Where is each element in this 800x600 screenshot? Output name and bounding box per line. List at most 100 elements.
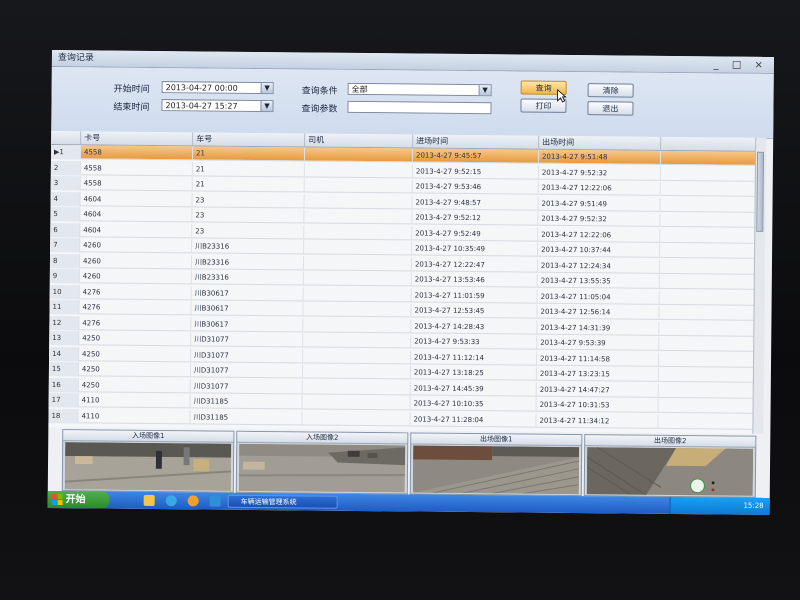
cell-in-time: 2013-4-27 10:35:49: [412, 241, 539, 257]
cell-card: 4276: [79, 300, 192, 316]
desktop-icon[interactable]: [209, 495, 221, 507]
cell-card: 4276: [79, 284, 192, 300]
row-index: 12: [49, 315, 80, 330]
cell-out-time: 2013-4-27 11:34:12: [536, 413, 659, 429]
cell-card: 4110: [78, 393, 191, 409]
cell-driver: [303, 348, 412, 364]
row-index: 3: [50, 175, 81, 191]
cell-in-time: 2013-4-27 12:22:47: [411, 256, 539, 273]
param-input[interactable]: [347, 100, 492, 115]
entry-image-1[interactable]: 入场图像1: [61, 429, 235, 493]
cell-card: 4260: [80, 238, 193, 254]
windows-logo-icon: [51, 494, 63, 506]
chevron-down-icon[interactable]: ▼: [478, 85, 491, 96]
exit-photo-1: [412, 445, 580, 495]
exit-photo-2: ● ●: [586, 447, 754, 497]
cell-plate: 21: [192, 146, 306, 162]
cell-plate: 川B30617: [191, 316, 304, 332]
folder-icon[interactable]: [143, 494, 155, 507]
row-index: 9: [49, 268, 80, 284]
cell-plate: 21: [192, 177, 305, 193]
cell-out-time: 2013-4-27 13:55:35: [537, 273, 660, 289]
row-index: 13: [49, 330, 80, 346]
chevron-down-icon[interactable]: ▼: [260, 83, 273, 94]
condition-value: 全部: [351, 84, 368, 95]
start-button[interactable]: 开始: [47, 490, 110, 509]
cell-card: 4604: [80, 207, 193, 223]
exit-button[interactable]: 退出: [587, 101, 634, 116]
scrollbar-thumb[interactable]: [756, 151, 765, 232]
cell-in-time: 2013-4-27 9:45:57: [412, 148, 540, 164]
cell-out-time: 2013-4-27 11:14:58: [536, 351, 660, 367]
start-time-picker[interactable]: 2013-04-27 00:00 ▼: [161, 81, 274, 95]
cell-driver: [304, 147, 414, 163]
clear-button[interactable]: 清除: [587, 83, 634, 98]
row-index: 11: [49, 299, 80, 315]
cell-plate: 川D31185: [190, 409, 303, 425]
screen: 查询记录 _ □ × 开始时间 2013-04-27 00:00 ▼ 结束时间 …: [47, 50, 774, 515]
clock[interactable]: 15:28: [743, 502, 763, 510]
cell-card: 4604: [80, 222, 193, 238]
row-index: 6: [50, 222, 81, 237]
cell-out-time: 2013-4-27 9:52:32: [538, 165, 661, 181]
cell-out-time: 2013-4-27 14:47:27: [536, 382, 659, 398]
row-index: 15: [48, 361, 80, 377]
records-table: 卡号 车号 司机 进场时间 出场时间 ▶1 4558 21 2013-4-27 9:4…: [48, 130, 764, 434]
column-header-in-time[interactable]: 进场时间: [413, 134, 540, 149]
entry-photo-1: [64, 442, 232, 492]
column-header-out-time[interactable]: 出场时间: [539, 135, 662, 150]
cell-driver: [304, 240, 413, 256]
taskbar-app-label: 车辆运输管理系统: [240, 497, 297, 507]
start-label: 开始: [65, 494, 86, 506]
cell-plate: 川D31185: [190, 394, 303, 410]
end-time-picker[interactable]: 2013-04-27 15:27 ▼: [161, 99, 274, 113]
media-icon[interactable]: [187, 495, 199, 507]
entry-image-2[interactable]: 入场图像2: [235, 430, 409, 495]
exit-image-2[interactable]: 出场图像2 ● ●: [583, 434, 757, 498]
exit-image-1[interactable]: 出场图像1: [409, 432, 583, 497]
cell-out-time: 2013-4-27 12:22:06: [538, 227, 661, 243]
cell-card: 4558: [80, 160, 193, 176]
cell-plate: 23: [192, 223, 305, 239]
cell-card: 4558: [80, 176, 193, 192]
cell-driver: [302, 395, 411, 411]
cell-in-time: 2013-4-27 10:10:35: [410, 396, 537, 412]
chevron-down-icon[interactable]: ▼: [260, 101, 273, 112]
cell-out-time: 2013-4-27 9:51:48: [538, 149, 662, 165]
column-header-card[interactable]: 卡号: [81, 131, 194, 146]
cell-driver: [302, 379, 411, 395]
cell-driver: [304, 193, 413, 209]
cell-in-time: 2013-4-27 14:28:43: [411, 318, 538, 335]
cell-plate: 21: [192, 161, 305, 177]
row-index: 17: [48, 392, 79, 408]
cell-card: 4250: [79, 331, 192, 347]
vertical-scrollbar[interactable]: [752, 137, 767, 434]
cell-in-time: 2013-4-27 11:01:59: [411, 287, 538, 304]
cell-in-time: 2013-4-27 9:53:46: [412, 179, 539, 195]
image-caption: 出场图像1: [411, 433, 582, 447]
param-label: 查询参数: [301, 104, 338, 115]
cell-out-time: 2013-4-27 12:56:14: [537, 304, 660, 320]
cell-out-time: 2013-4-27 9:53:39: [537, 335, 660, 351]
query-panel: 开始时间 2013-04-27 00:00 ▼ 结束时间 2013-04-27 …: [51, 66, 774, 139]
monitor-bezel: 查询记录 _ □ × 开始时间 2013-04-27 00:00 ▼ 结束时间 …: [0, 0, 800, 600]
row-index: 16: [48, 377, 79, 392]
image-caption: 出场图像2: [585, 435, 756, 448]
taskbar-app-item[interactable]: 车辆运输管理系统: [227, 494, 338, 509]
cell-card: 4558: [80, 145, 194, 161]
cell-plate: 川D31077: [191, 332, 304, 348]
row-index: 18: [48, 408, 79, 423]
cell-in-time: 2013-4-27 9:52:49: [412, 225, 539, 242]
condition-select[interactable]: 全部 ▼: [347, 82, 492, 97]
cell-plate: 川B23316: [191, 270, 304, 286]
window-controls[interactable]: _ □ ×: [714, 56, 768, 74]
cell-in-time: 2013-4-27 14:45:39: [410, 380, 537, 397]
cell-card: 4260: [79, 269, 192, 285]
column-header-driver[interactable]: 司机: [305, 133, 414, 148]
column-header-plate[interactable]: 车号: [193, 132, 306, 147]
row-index: 2: [50, 160, 81, 175]
row-index: 5: [50, 206, 81, 222]
browser-icon[interactable]: [165, 495, 177, 507]
cell-plate: 川B30617: [191, 301, 304, 317]
cell-in-time: 2013-4-27 11:28:04: [410, 411, 537, 428]
